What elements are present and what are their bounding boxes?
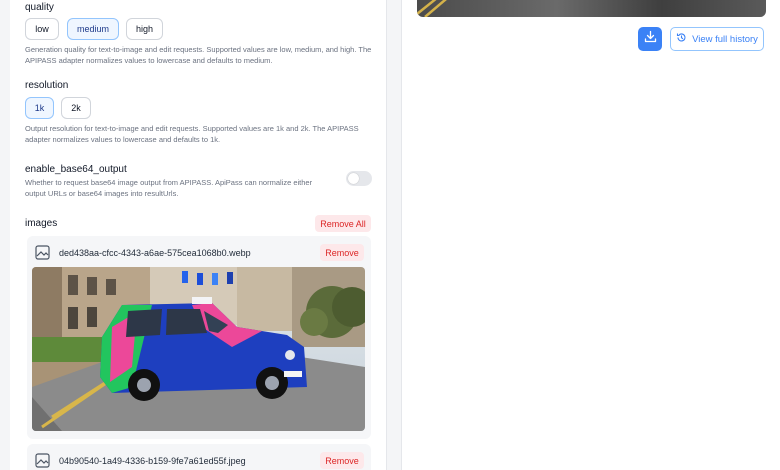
image-icon — [35, 453, 50, 468]
history-icon — [676, 32, 687, 46]
resolution-help: Output resolution for text-to-image and … — [25, 124, 359, 144]
result-image[interactable] — [417, 0, 766, 17]
remove-file-button[interactable]: Remove — [320, 452, 364, 469]
download-icon — [644, 30, 657, 48]
resolution-option-2k[interactable]: 2k — [61, 97, 91, 119]
quality-option-medium[interactable]: medium — [67, 18, 119, 40]
quality-option-low[interactable]: low — [25, 18, 59, 40]
remove-all-button[interactable]: Remove All — [315, 215, 371, 232]
result-panel: View full history — [401, 0, 780, 470]
images-label: images — [25, 218, 58, 229]
quality-option-high[interactable]: high — [126, 18, 163, 40]
view-history-label: View full history — [692, 33, 758, 45]
base64-help: Whether to request base64 image output f… — [25, 178, 313, 198]
resolution-option-1k[interactable]: 1k — [25, 97, 54, 119]
image-icon — [35, 245, 50, 260]
remove-file-button[interactable]: Remove — [320, 244, 364, 261]
quality-label: quality — [25, 2, 54, 13]
image-file-card: 04b90540-1a49-4336-b159-9fe7a61ed55f.jpe… — [27, 444, 371, 470]
toggle-knob — [348, 173, 359, 184]
base64-label: enable_base64_output — [25, 164, 127, 175]
resolution-label: resolution — [25, 80, 69, 91]
quality-help: Generation quality for text-to-image and… — [25, 45, 372, 65]
base64-toggle[interactable] — [346, 171, 372, 186]
image-file-card: ded438aa-cfcc-4343-a6ae-575cea1068b0.web… — [27, 236, 371, 439]
download-button[interactable] — [638, 27, 662, 51]
file-name: ded438aa-cfcc-4343-a6ae-575cea1068b0.web… — [59, 248, 251, 258]
file-name: 04b90540-1a49-4336-b159-9fe7a61ed55f.jpe… — [59, 456, 246, 466]
view-history-button[interactable]: View full history — [670, 27, 764, 51]
image-thumbnail[interactable] — [32, 267, 365, 431]
parameters-panel: quality low medium high Generation quali… — [10, 0, 387, 470]
